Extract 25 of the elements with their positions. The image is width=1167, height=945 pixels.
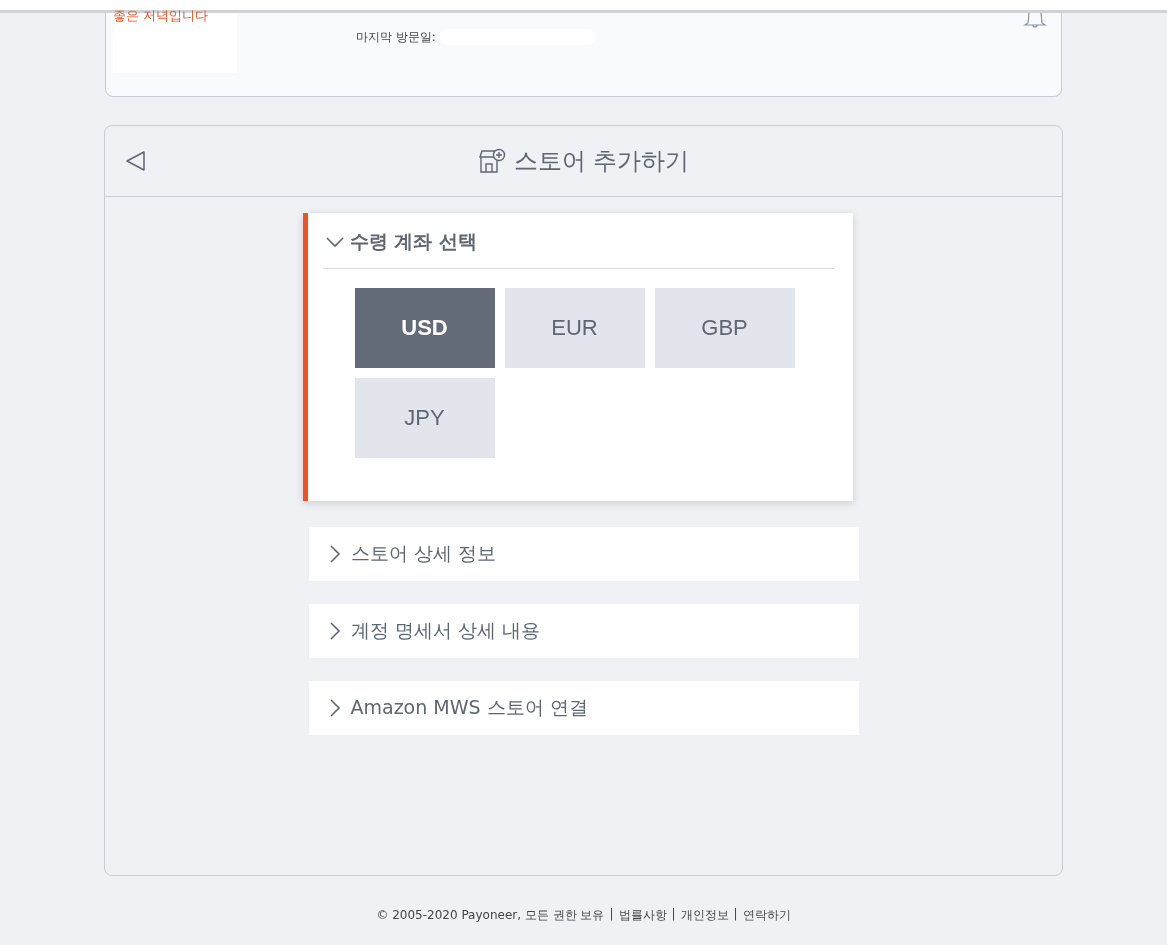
footer-link[interactable]: 개인정보 [680, 907, 729, 924]
section-header[interactable]: Amazon MWS 스토어 연결 [308, 681, 859, 735]
bell-icon[interactable] [1023, 13, 1047, 29]
chevron-down-icon [325, 235, 344, 248]
currency-button[interactable]: EUR [504, 288, 645, 368]
chevron-right-icon [328, 699, 341, 717]
footer-link[interactable]: 법률사항 [618, 907, 667, 924]
page-title: 스토어 추가하기 [513, 146, 690, 177]
separator: | [733, 907, 738, 923]
separator: | [671, 907, 676, 923]
back-icon[interactable] [125, 150, 147, 172]
currency-button[interactable]: GBP [654, 288, 795, 368]
currency-button[interactable]: USD [354, 288, 495, 368]
chevron-right-icon [328, 545, 341, 563]
separator: | [609, 907, 614, 923]
section-header[interactable]: 계정 명세서 상세 내용 [308, 604, 859, 658]
copyright-text: © 2005-2020 Payoneer, 모든 권한 보유 [376, 907, 605, 924]
last-visit-label: 마지막 방문일: [356, 28, 436, 46]
store-plus-icon [477, 148, 506, 174]
section-header[interactable]: 스토어 상세 정보 [308, 527, 859, 581]
chevron-right-icon [328, 622, 341, 640]
section-header[interactable]: 수령 계좌 선택 [322, 213, 834, 269]
greeting-text: 좋은 저녁입니다 [113, 7, 210, 25]
footer-link[interactable]: 연락하기 [742, 907, 791, 924]
currency-button[interactable]: JPY [354, 378, 495, 458]
